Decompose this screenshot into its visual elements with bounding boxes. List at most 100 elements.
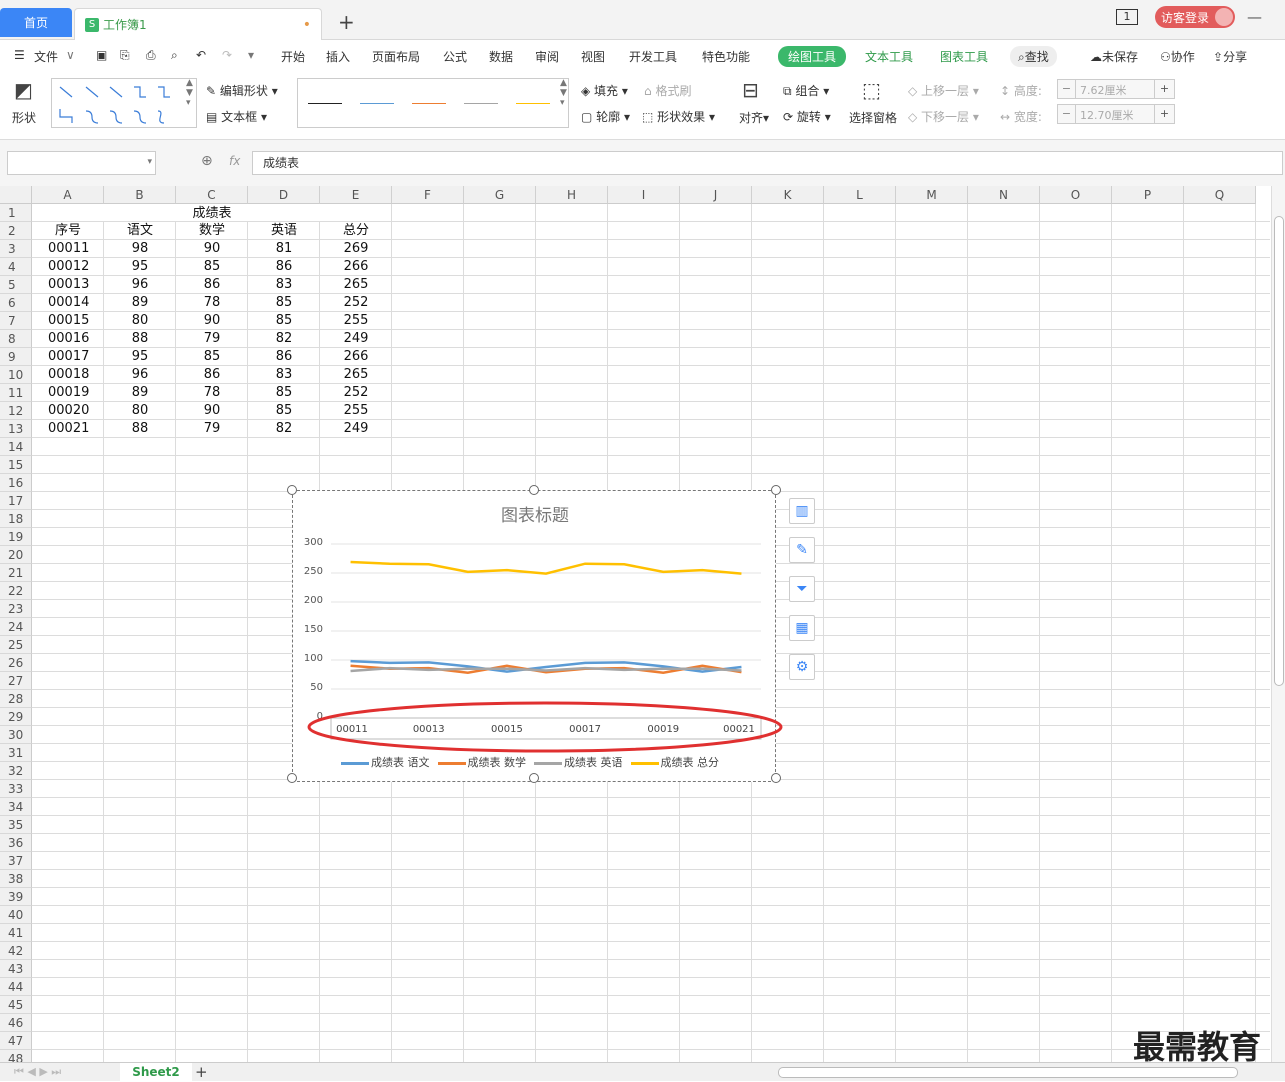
row-header-34[interactable]: 34 — [0, 798, 32, 816]
column-header-n[interactable]: N — [968, 186, 1040, 204]
resize-handle-bl[interactable] — [287, 773, 297, 783]
format-brush-button[interactable]: ⌂ 格式刷 — [644, 82, 691, 99]
cell-b10[interactable]: 96 — [104, 366, 176, 384]
cell-a7[interactable]: 00015 — [32, 312, 104, 330]
cell-e13[interactable]: 249 — [320, 420, 392, 438]
row-header-23[interactable]: 23 — [0, 600, 32, 618]
row-header-15[interactable]: 15 — [0, 456, 32, 474]
zoom-icon[interactable]: ⊕ — [201, 153, 213, 169]
row-header-28[interactable]: 28 — [0, 690, 32, 708]
bring-forward-button[interactable]: ◇ 上移一层 ▾ — [908, 82, 979, 99]
search-button[interactable]: ⌕查找 — [1010, 46, 1057, 67]
tab-chart-tools[interactable]: 图表工具 — [940, 48, 988, 65]
cell-b12[interactable]: 80 — [104, 402, 176, 420]
cell-e12[interactable]: 255 — [320, 402, 392, 420]
row-header-48[interactable]: 48 — [0, 1050, 32, 1062]
cell-e8[interactable]: 249 — [320, 330, 392, 348]
row-header-2[interactable]: 2 — [0, 222, 32, 240]
cell-a10[interactable]: 00018 — [32, 366, 104, 384]
cell-e2[interactable]: 总分 — [320, 222, 392, 240]
hamburger-icon[interactable]: ☰ — [14, 48, 25, 62]
cell-b11[interactable]: 89 — [104, 384, 176, 402]
menu-file[interactable]: 文件 — [34, 48, 58, 65]
row-header-1[interactable]: 1 — [0, 204, 32, 222]
row-header-17[interactable]: 17 — [0, 492, 32, 510]
resize-handle-t[interactable] — [529, 485, 539, 495]
column-header-d[interactable]: D — [248, 186, 320, 204]
fill-button[interactable]: ◈ 填充 ▾ — [581, 82, 628, 99]
cell-b4[interactable]: 95 — [104, 258, 176, 276]
row-header-19[interactable]: 19 — [0, 528, 32, 546]
cell-a2[interactable]: 序号 — [32, 222, 104, 240]
cell-e6[interactable]: 252 — [320, 294, 392, 312]
column-header-j[interactable]: J — [680, 186, 752, 204]
shape-button[interactable]: 形状 — [12, 109, 36, 126]
cell-e10[interactable]: 265 — [320, 366, 392, 384]
row-header-10[interactable]: 10 — [0, 366, 32, 384]
cell-b8[interactable]: 88 — [104, 330, 176, 348]
send-backward-button[interactable]: ◇ 下移一层 ▾ — [908, 108, 979, 125]
resize-handle-tl[interactable] — [287, 485, 297, 495]
row-header-11[interactable]: 11 — [0, 384, 32, 402]
row-header-43[interactable]: 43 — [0, 960, 32, 978]
align-button[interactable]: 对齐▾ — [739, 109, 769, 126]
menu-home[interactable]: 开始 — [281, 48, 305, 65]
group-button[interactable]: ⧉ 组合 ▾ — [783, 82, 829, 99]
column-header-h[interactable]: H — [536, 186, 608, 204]
window-count-badge[interactable]: 1 — [1116, 9, 1138, 25]
tab-text-tools[interactable]: 文本工具 — [865, 48, 913, 65]
cell-c9[interactable]: 85 — [176, 348, 248, 366]
row-header-6[interactable]: 6 — [0, 294, 32, 312]
series-line-2[interactable] — [350, 666, 742, 673]
quick-access-more-icon[interactable]: ▾ — [248, 48, 254, 62]
cell-c3[interactable]: 90 — [176, 240, 248, 258]
cell-b7[interactable]: 80 — [104, 312, 176, 330]
row-header-27[interactable]: 27 — [0, 672, 32, 690]
cell-d9[interactable]: 86 — [248, 348, 320, 366]
row-header-12[interactable]: 12 — [0, 402, 32, 420]
cloud-save-status[interactable]: ☁未保存 — [1090, 48, 1138, 65]
guest-login-button[interactable]: 访客登录 — [1155, 6, 1235, 28]
align-icon[interactable]: ⊟ — [742, 78, 759, 102]
add-sheet-button[interactable]: + — [195, 1063, 208, 1081]
cell-d11[interactable]: 85 — [248, 384, 320, 402]
row-header-3[interactable]: 3 — [0, 240, 32, 258]
column-header-c[interactable]: C — [176, 186, 248, 204]
cell-d2[interactable]: 英语 — [248, 222, 320, 240]
cell-c11[interactable]: 78 — [176, 384, 248, 402]
rotate-button[interactable]: ⟳ 旋转 ▾ — [783, 108, 831, 125]
row-header-38[interactable]: 38 — [0, 870, 32, 888]
row-header-32[interactable]: 32 — [0, 762, 32, 780]
row-header-30[interactable]: 30 — [0, 726, 32, 744]
cell-a5[interactable]: 00013 — [32, 276, 104, 294]
fx-icon[interactable]: fx — [229, 154, 240, 168]
chart-filter-icon[interactable]: ⏷ — [789, 576, 815, 602]
tab-workbook[interactable]: S 工作簿1 • — [74, 8, 322, 40]
column-header-i[interactable]: I — [608, 186, 680, 204]
tab-drawing-tools[interactable]: 绘图工具 — [778, 46, 847, 67]
selection-pane-button[interactable]: 选择窗格 — [849, 109, 897, 126]
tab-home[interactable]: 首页 — [0, 8, 72, 37]
chart-settings-icon[interactable]: ⚙ — [789, 654, 815, 680]
share-button[interactable]: ⇪分享 — [1213, 48, 1247, 65]
cell-e4[interactable]: 266 — [320, 258, 392, 276]
row-header-42[interactable]: 42 — [0, 942, 32, 960]
vertical-scroll-thumb[interactable] — [1274, 216, 1284, 686]
height-decrease-button[interactable]: − — [1058, 80, 1076, 98]
menu-review[interactable]: 审阅 — [535, 48, 559, 65]
cell-c4[interactable]: 85 — [176, 258, 248, 276]
cell-a4[interactable]: 00012 — [32, 258, 104, 276]
vertical-scrollbar[interactable] — [1271, 186, 1285, 1062]
collaborate-button[interactable]: ⚇协作 — [1160, 48, 1195, 65]
row-header-14[interactable]: 14 — [0, 438, 32, 456]
cell-a8[interactable]: 00016 — [32, 330, 104, 348]
cell-b2[interactable]: 语文 — [104, 222, 176, 240]
row-header-21[interactable]: 21 — [0, 564, 32, 582]
redo-icon[interactable]: ↷ — [222, 48, 232, 62]
row-header-24[interactable]: 24 — [0, 618, 32, 636]
column-header-m[interactable]: M — [896, 186, 968, 204]
column-header-p[interactable]: P — [1112, 186, 1184, 204]
cell-e3[interactable]: 269 — [320, 240, 392, 258]
column-header-f[interactable]: F — [392, 186, 464, 204]
cell-c10[interactable]: 86 — [176, 366, 248, 384]
